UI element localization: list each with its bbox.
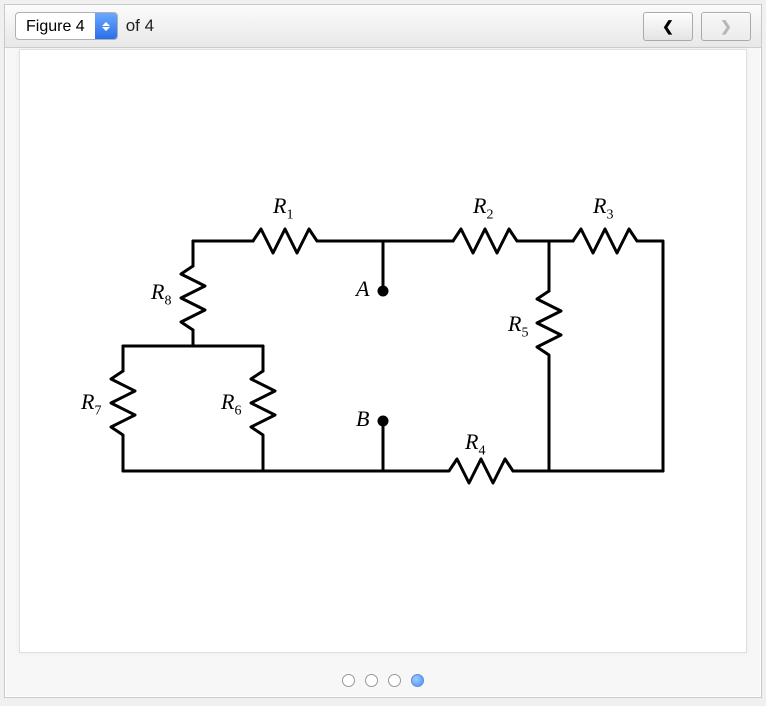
chevron-left-icon: ❮ [662,18,674,35]
figure-panel: Figure 4 of 4 ❮ ❯ [4,4,762,698]
chevron-right-icon: ❯ [720,18,732,35]
prev-button[interactable]: ❮ [643,12,693,41]
figure-selector-stepper[interactable] [95,13,117,39]
figure-content: R1 R2 R3 R4 R5 R6 R7 R8 [19,49,747,653]
label-r2: R2 [473,193,493,223]
label-r7: R7 [81,389,101,419]
label-r1: R1 [273,193,293,223]
next-button[interactable]: ❯ [701,12,751,41]
pager [5,674,761,687]
figure-selector-label: Figure 4 [16,13,95,39]
label-node-b: B [356,406,369,432]
figure-selector[interactable]: Figure 4 [15,12,118,40]
pager-dot-3[interactable] [388,674,401,687]
label-r4: R4 [465,429,485,459]
circuit-diagram: R1 R2 R3 R4 R5 R6 R7 R8 [73,171,693,531]
chevron-up-icon [102,22,110,26]
chevron-down-icon [102,27,110,31]
toolbar: Figure 4 of 4 ❮ ❯ [5,5,761,48]
pager-dot-1[interactable] [342,674,355,687]
label-r8: R8 [151,279,171,309]
label-node-a: A [356,276,369,302]
label-r6: R6 [221,389,241,419]
figure-count-text: of 4 [126,16,154,36]
label-r5: R5 [508,311,528,341]
pager-dot-2[interactable] [365,674,378,687]
label-r3: R3 [593,193,613,223]
pager-dot-4[interactable] [411,674,424,687]
